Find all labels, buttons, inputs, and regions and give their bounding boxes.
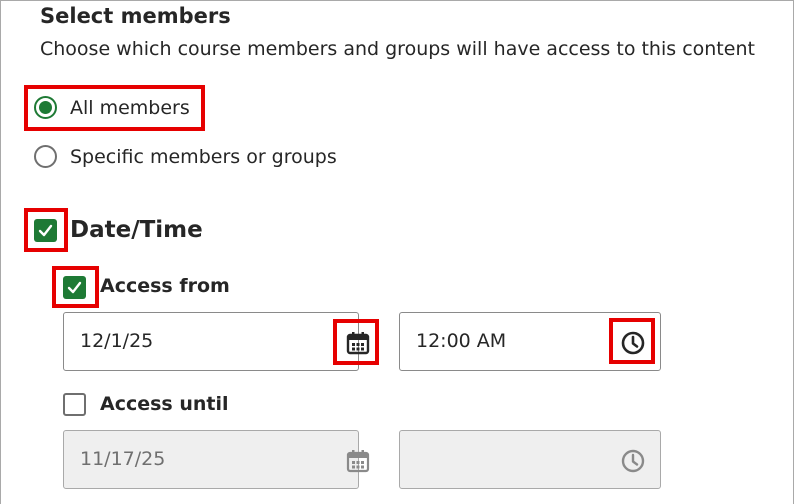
panel-frame: [0, 0, 794, 504]
access-from-date-value: 12/1/25: [80, 330, 154, 352]
calendar-icon: [346, 450, 370, 473]
radio-option-all-members[interactable]: All members: [34, 96, 190, 119]
radio-specific-members[interactable]: [34, 145, 57, 168]
radio-label-all-members: All members: [70, 96, 190, 119]
access-from-label: Access from: [100, 275, 230, 297]
checkbox-access-until[interactable]: [63, 393, 86, 416]
highlight-clock-icon: [609, 318, 655, 364]
section-title: Select members: [40, 4, 231, 28]
access-until-date-input: 11/17/25: [63, 430, 370, 489]
access-from-time-value: 12:00 AM: [416, 330, 507, 352]
access-from-date-input[interactable]: 12/1/25: [63, 312, 370, 371]
highlight-calendar-icon: [333, 319, 379, 365]
radio-all-members[interactable]: [34, 96, 57, 119]
datetime-label: Date/Time: [70, 217, 203, 243]
access-until-label: Access until: [100, 393, 229, 415]
checkbox-datetime[interactable]: [34, 219, 57, 242]
radio-label-specific-members: Specific members or groups: [70, 145, 337, 168]
section-subtitle: Choose which course members and groups w…: [40, 38, 755, 60]
access-until-time-input: [399, 430, 661, 489]
checkmark-icon: [38, 224, 53, 237]
radio-option-specific-members[interactable]: Specific members or groups: [34, 145, 337, 168]
access-until-date-value: 11/17/25: [80, 448, 166, 470]
checkbox-access-from[interactable]: [63, 276, 86, 299]
clock-icon: [621, 449, 645, 473]
checkmark-icon: [67, 281, 82, 294]
